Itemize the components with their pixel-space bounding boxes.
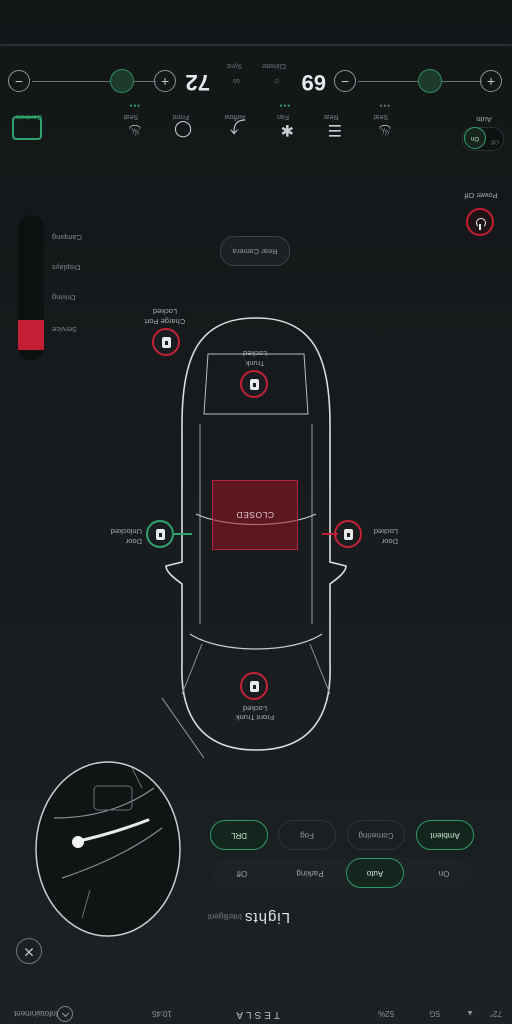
status-temp: 72° [489, 1009, 502, 1018]
door-right-title: Door [381, 537, 398, 546]
seat-heat-level: ••• [378, 101, 390, 110]
brand-logo: TESLA [233, 1009, 280, 1020]
lights-mode-parking[interactable]: Parking [282, 858, 338, 888]
front-defrost-icon[interactable]: ◯ [170, 121, 192, 140]
climate-icon[interactable]: ○ [274, 75, 280, 86]
lights-mode-selector: On Auto Parking Off [212, 858, 474, 888]
cornering-button[interactable]: Cornering [347, 820, 405, 850]
chevron-up-icon[interactable] [57, 1006, 73, 1022]
rear-trunk-state: Locked [242, 349, 268, 358]
right-temp-decrease-button[interactable]: − [334, 70, 356, 92]
door-right-state: Locked [373, 527, 398, 536]
rear-defrost-icon[interactable]: ☰ [320, 121, 342, 140]
controls-label: Controls [15, 113, 43, 120]
lights-subtitle: Intelligent [207, 912, 242, 921]
headlight-detail-view [35, 761, 181, 937]
side-item-service[interactable] [18, 320, 44, 350]
fan-label: Fan [276, 113, 290, 120]
wifi-icon: ▲ [466, 1009, 474, 1018]
left-temp-knob[interactable] [110, 69, 134, 93]
sync-label: Sync [226, 62, 242, 69]
screen: 72° ▲ 5G 52% TESLA 10:45 Infotainment ✕ … [0, 0, 512, 1024]
clock: 10:45 [151, 1009, 172, 1018]
drl-button[interactable]: DRL [210, 820, 268, 850]
rear-trunk-title: Trunk [245, 359, 265, 368]
side-label-driving: Driving [52, 293, 76, 302]
ambient-button[interactable]: Ambient [416, 820, 474, 850]
roof-status: CLOSED [212, 480, 298, 550]
front-trunk-lock-button[interactable] [240, 672, 268, 700]
door-right-lock-button[interactable] [334, 520, 362, 548]
charge-port-title: Charge Port [144, 317, 186, 326]
power-off-label: Power Off [464, 191, 498, 200]
close-button[interactable]: ✕ [16, 938, 42, 964]
power-off-button[interactable] [466, 208, 494, 236]
signal-indicator: 5G [429, 1009, 440, 1018]
front-label: Front [172, 113, 190, 120]
seat-label: Seat [373, 113, 389, 120]
auto-label: Auto [476, 115, 492, 124]
infotainment-label: Infotainment [13, 1009, 58, 1018]
side-label-displays: Displays [52, 263, 81, 272]
side-label-service: Service [52, 325, 78, 334]
charge-port-state: Locked [152, 307, 178, 316]
toggle-off-label: Off [491, 138, 499, 144]
status-bar: 72° ▲ 5G 52% TESLA 10:45 Infotainment [0, 1002, 512, 1024]
side-label-camping: Camping [52, 233, 83, 242]
toggle-on-label: On [464, 127, 486, 149]
door-right-indicator [322, 533, 338, 535]
auto-toggle[interactable]: Off On [462, 127, 504, 151]
left-temp-value: 72 [185, 70, 210, 95]
side-item-driving[interactable] [18, 288, 44, 318]
front-trunk-state: Locked [242, 704, 268, 713]
seat-left-label: Seat [123, 113, 139, 120]
seat-heat-left-level: ••• [128, 101, 140, 110]
battery-level: 52% [377, 1009, 394, 1018]
seat-heat-left-icon[interactable]: ♨ [120, 121, 142, 140]
panel-edge [0, 44, 512, 46]
climate-label: Climate [262, 62, 286, 69]
left-temp-track[interactable] [32, 81, 156, 82]
airflow-icon[interactable]: ⤴ [224, 117, 246, 140]
lights-mode-off[interactable]: Off [214, 858, 270, 888]
side-item-displays[interactable] [18, 256, 44, 286]
door-left-lock-button[interactable] [146, 520, 174, 548]
lights-mode-on[interactable]: On [416, 858, 472, 888]
door-left-state: Unlocked [110, 527, 142, 536]
right-temp-increase-button[interactable]: + [480, 70, 502, 92]
seat-heat-icon[interactable]: ♨ [370, 121, 392, 140]
lights-title: Lights [243, 909, 290, 926]
airflow-label: Airflow [224, 113, 246, 120]
rear-camera-button[interactable]: Rear Camera [220, 236, 290, 266]
right-temp-knob[interactable] [418, 69, 442, 93]
side-item-camping[interactable] [18, 224, 44, 254]
right-temp-value: 69 [301, 70, 326, 95]
door-left-title: Door [125, 537, 142, 546]
door-left-indicator [174, 533, 192, 535]
fan-level: ••• [278, 101, 290, 110]
left-temp-increase-button[interactable]: + [154, 70, 176, 92]
charge-port-lock-button[interactable] [152, 328, 180, 356]
front-trunk-title: Front Trunk [235, 713, 275, 722]
rear-trunk-lock-button[interactable] [240, 370, 268, 398]
side-menu [18, 215, 44, 360]
fan-icon[interactable]: ✱ [272, 121, 294, 140]
lights-mode-auto[interactable]: Auto [346, 858, 404, 888]
fog-button[interactable]: Fog [278, 820, 336, 850]
sync-icon[interactable]: ∞ [233, 75, 240, 86]
rear-label: Rear [323, 113, 339, 120]
left-temp-decrease-button[interactable]: − [8, 70, 30, 92]
